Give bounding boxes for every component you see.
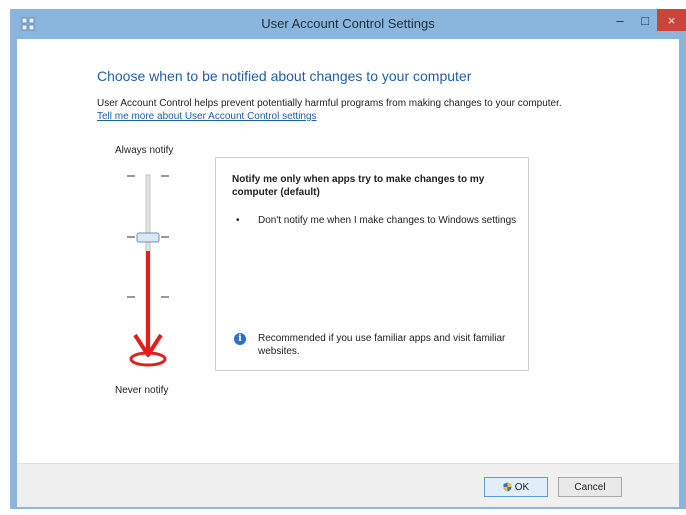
ok-button[interactable]: OK <box>484 477 548 497</box>
description-text: User Account Control helps prevent poten… <box>97 98 562 109</box>
slider-thumb <box>136 232 160 243</box>
content-area: Choose when to be notified about changes… <box>17 39 679 463</box>
maximize-button[interactable]: □ <box>633 9 657 31</box>
bullet-icon: • <box>236 215 240 226</box>
uac-window: User Account Control Settings – □ × Choo… <box>10 9 686 509</box>
uac-shield-icon <box>503 482 512 492</box>
window-title: User Account Control Settings <box>261 16 435 31</box>
recommendation-text: Recommended if you use familiar apps and… <box>258 333 506 357</box>
level-bullet-text: Don't notify me when I make changes to W… <box>258 215 517 226</box>
cancel-button[interactable]: Cancel <box>558 477 622 497</box>
button-bar: OK Cancel <box>17 463 679 507</box>
ok-label: OK <box>514 481 530 493</box>
close-button[interactable]: × <box>657 9 686 31</box>
learn-more-link[interactable]: Tell me more about User Account Control … <box>97 111 317 122</box>
info-icon: i <box>234 333 246 345</box>
minimize-button[interactable]: – <box>607 9 633 31</box>
notification-level-slider[interactable] <box>117 163 177 389</box>
level-title: Notify me only when apps try to make cha… <box>232 174 485 198</box>
always-notify-label: Always notify <box>115 145 174 156</box>
level-description-panel: Notify me only when apps try to make cha… <box>215 157 529 371</box>
page-heading: Choose when to be notified about changes… <box>97 68 472 84</box>
never-notify-label: Never notify <box>115 385 169 396</box>
title-bar[interactable]: User Account Control Settings – □ × <box>10 9 686 39</box>
